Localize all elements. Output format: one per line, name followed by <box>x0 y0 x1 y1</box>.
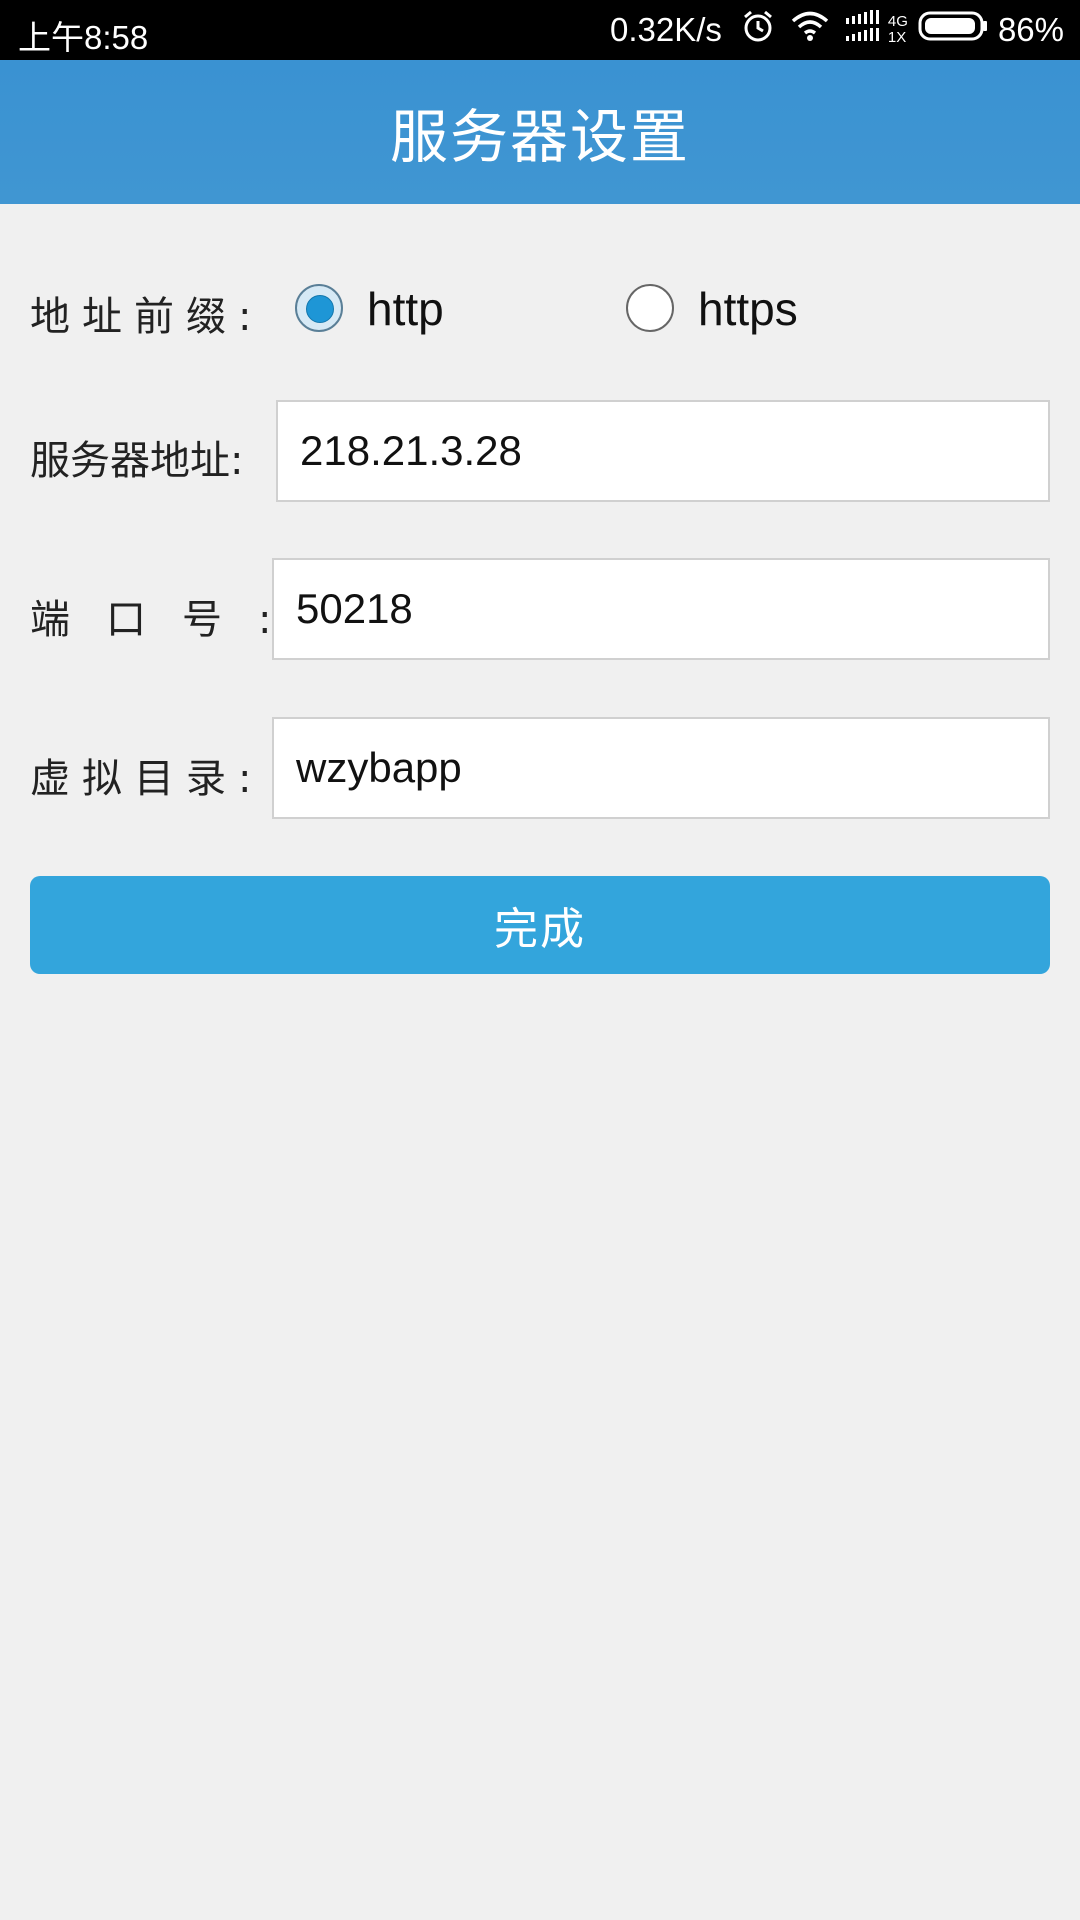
alarm-icon <box>740 8 776 52</box>
radio-http[interactable] <box>295 284 343 332</box>
app-bar: 服务器设置 <box>0 60 1080 204</box>
prefix-label: 地址前缀: <box>30 294 264 340</box>
radio-selected-dot <box>306 295 334 323</box>
signal-group: 4G 1X <box>844 9 908 51</box>
network-type-bottom: 1X <box>887 29 907 46</box>
page-title: 服务器设置 <box>389 103 690 171</box>
network-type: 4G 1X <box>888 14 908 46</box>
battery-percent: 86% <box>997 11 1064 48</box>
wifi-icon <box>790 10 830 50</box>
virtual-dir-field[interactable]: wzybapp <box>272 717 1050 819</box>
network-type-top: 4G <box>887 13 908 30</box>
port-field[interactable]: 50218 <box>272 558 1050 660</box>
virtual-dir-label: 虚拟目录: <box>30 756 264 802</box>
status-time: 上午8:58 <box>18 19 149 56</box>
port-label: 端口号: <box>30 597 308 643</box>
server-address-label: 服务器地址: <box>30 438 244 484</box>
radio-https-label[interactable]: https <box>698 282 798 336</box>
network-speed: 0.32K/s <box>610 11 722 48</box>
server-address-field[interactable]: 218.21.3.28 <box>276 400 1050 502</box>
radio-http-label[interactable]: http <box>367 282 444 336</box>
signal-icon <box>844 9 884 51</box>
done-button[interactable]: 完成 <box>30 876 1050 974</box>
status-right: 0.32K/s 4G 1X 86% <box>610 0 1064 60</box>
battery-icon <box>918 10 990 50</box>
status-bar: 上午8:58 0.32K/s 4G 1X 86% <box>0 0 1080 60</box>
radio-https[interactable] <box>626 284 674 332</box>
